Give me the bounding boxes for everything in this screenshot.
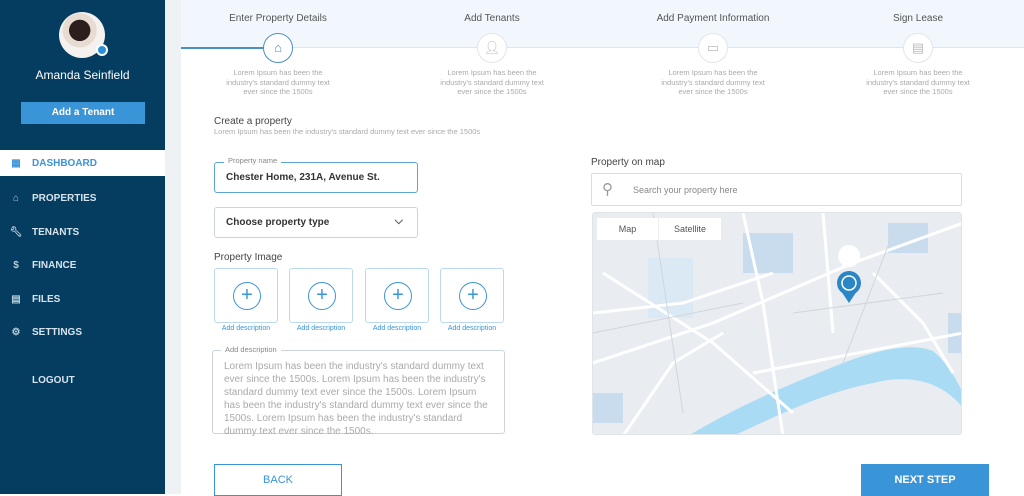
section-title: Create a property [214, 116, 292, 127]
map-tab-satellite[interactable]: Satellite [659, 218, 721, 240]
settings-badge-icon[interactable] [96, 44, 108, 56]
section-subtitle: Lorem Ipsum has been the industry's stan… [214, 127, 481, 136]
chevron-down-icon: ⌵ [394, 215, 403, 227]
search-placeholder: Search your property here [633, 185, 738, 195]
sidebar: Amanda Seinfield Add a Tenant ▦ DASHBOARD… [0, 0, 165, 494]
sidebar-item-label: TENANTS [32, 226, 80, 238]
property-name-label: Property name [224, 156, 282, 165]
property-image-label: Property Image [214, 252, 283, 263]
image-upload-4[interactable]: + [440, 268, 504, 323]
sidebar-item-label: PROPERTIES [32, 192, 97, 204]
add-description-link[interactable]: Add description [365, 325, 429, 332]
step-desc: Lorem Ipsum has been the industry's stan… [866, 68, 970, 96]
sidebar-item-label: SETTINGS [32, 326, 83, 338]
sidebar-item-settings[interactable]: ⚙ SETTINGS [0, 319, 165, 345]
add-description-link[interactable]: Add description [289, 325, 353, 332]
payment-icon: ▭ [698, 33, 728, 63]
file-icon: ▤ [11, 293, 21, 305]
image-upload-1[interactable]: + [214, 268, 278, 323]
map-graphic [593, 213, 961, 434]
step-title: Add Payment Information [656, 13, 770, 24]
wrench-icon: 🔧︎ [9, 226, 23, 238]
sidebar-item-dashboard[interactable]: ▦ DASHBOARD [0, 150, 165, 176]
next-step-button[interactable]: NEXT STEP [861, 464, 989, 496]
divider [165, 0, 181, 494]
document-icon: ▤ [903, 33, 933, 63]
map-tab-map[interactable]: Map [597, 218, 659, 240]
house-icon: ⌂ [263, 33, 293, 63]
add-description-link[interactable]: Add description [214, 325, 278, 332]
dollar-icon: $ [13, 259, 19, 271]
description-label: Add description [221, 345, 281, 354]
home-icon: ⌂ [12, 192, 20, 204]
sidebar-item-finance[interactable]: $ FINANCE [0, 252, 165, 278]
plus-icon: + [384, 282, 412, 310]
step-title: Sign Lease [892, 13, 944, 24]
avatar[interactable] [59, 12, 108, 58]
plus-icon: + [233, 282, 261, 310]
add-description-link[interactable]: Add description [440, 325, 504, 332]
sidebar-item-label: FINANCE [32, 259, 77, 271]
stepper-progress [181, 47, 265, 49]
user-name: Amanda Seinfield [35, 68, 130, 82]
map-view[interactable]: Map Satellite [592, 212, 962, 435]
stepper [181, 0, 1024, 48]
property-name-input[interactable]: Chester Home, 231A, Avenue St. [214, 162, 418, 193]
add-tenant-button[interactable]: Add a Tenant [21, 102, 145, 124]
search-icon: ⚲ [602, 181, 613, 198]
sidebar-item-properties[interactable]: ⌂ PROPERTIES [0, 185, 165, 211]
property-type-select[interactable]: Choose property type ⌵ [214, 207, 418, 238]
step-title: Enter Property Details [229, 13, 327, 24]
sidebar-item-tenants[interactable]: 🔧︎ TENANTS [0, 219, 165, 245]
gear-icon: ⚙ [11, 326, 21, 338]
plus-icon: + [459, 282, 487, 310]
step-desc: Lorem Ipsum has been the industry's stan… [661, 68, 765, 96]
add-user-icon: 👤︎ [477, 33, 507, 63]
logout-link[interactable]: LOGOUT [0, 367, 165, 393]
image-upload-2[interactable]: + [289, 268, 353, 323]
step-desc: Lorem Ipsum has been the industry's stan… [440, 68, 544, 96]
map-label: Property on map [591, 157, 665, 168]
step-desc: Lorem Ipsum has been the industry's stan… [226, 68, 330, 96]
image-upload-3[interactable]: + [365, 268, 429, 323]
plus-icon: + [308, 282, 336, 310]
back-button[interactable]: BACK [214, 464, 342, 496]
step-title: Add Tenants [464, 13, 520, 24]
property-type-value: Choose property type [226, 217, 330, 228]
description-textarea[interactable]: Lorem Ipsum has been the industry's stan… [212, 350, 505, 437]
sidebar-item-files[interactable]: ▤ FILES [0, 286, 165, 312]
dashboard-icon: ▦ [11, 157, 21, 169]
map-search-input[interactable]: ⚲ Search your property here [591, 173, 962, 206]
logout-label: LOGOUT [32, 374, 75, 386]
sidebar-item-label: DASHBOARD [32, 157, 97, 169]
sidebar-item-label: FILES [32, 293, 61, 305]
